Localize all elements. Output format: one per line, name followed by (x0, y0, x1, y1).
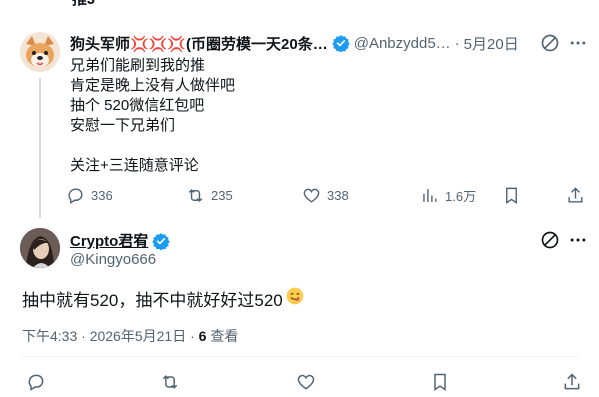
like-icon[interactable] (296, 372, 316, 397)
author-handle[interactable]: @Kingyo666 (70, 251, 156, 268)
bookmark-icon (506, 187, 517, 204)
tweet-line: 安慰一下兄弟们 (70, 117, 176, 134)
reply-tweet-text: 兄弟们能刷到我的推 肯定是晚上没有人做伴吧 抽个 520微信红包吧 安慰一下兄弟… (70, 56, 235, 176)
views-label: 查看 (206, 328, 239, 344)
more-icon[interactable] (568, 230, 588, 250)
tweet-meta: 下午4:33 · 2026年5月21日 · 6 查看 (22, 326, 238, 346)
grok-icon[interactable] (540, 230, 560, 250)
share-button[interactable] (566, 186, 585, 205)
reply-icon (68, 188, 83, 204)
reply-tweet-header: 狗头军师💢💢💢(币圈劳模一天20条… @Anbzydd5… · 5月20日 (70, 32, 580, 54)
retweet-count: 235 (211, 188, 233, 203)
main-tweet-text: 抽中就有520，抽不中就好好过520 (22, 286, 305, 311)
main-tweet-header: Crypto君宥 (70, 230, 174, 251)
verified-icon (332, 34, 350, 52)
tweet-line: 关注+三连随意评论 (70, 157, 199, 174)
tweet-line: 肯定是晚上没有人做伴吧 (70, 77, 236, 94)
bookmark-icon[interactable] (430, 372, 450, 397)
tweet-line: 抽个 520微信红包吧 (70, 97, 205, 114)
bookmark-button[interactable] (502, 186, 521, 205)
previous-tweet-cutoff-text: 推J (72, 0, 95, 9)
more-icon[interactable] (568, 33, 588, 53)
yum-emoji-icon (285, 286, 305, 311)
verified-icon (152, 232, 171, 250)
author-name[interactable]: Crypto君宥 (70, 230, 148, 251)
avatar[interactable] (20, 228, 60, 268)
reply-tweet-actions: 336 235 338 1.6万 (66, 186, 586, 206)
tweet-date[interactable]: 5月20日 (464, 33, 519, 54)
divider (22, 356, 578, 357)
separator-dot: · (454, 34, 460, 52)
retweet-icon[interactable] (160, 372, 180, 397)
thread-line (39, 78, 41, 218)
dog-avatar-icon (20, 32, 60, 72)
tweet-timestamp[interactable]: 下午4:33 · 2026年5月21日 · (22, 328, 199, 344)
avatar[interactable] (20, 32, 60, 72)
share-icon (568, 187, 583, 203)
views-icon (423, 189, 437, 202)
author-handle[interactable]: @Anbzydd5… (354, 35, 451, 52)
views-button[interactable]: 1.6万 (420, 186, 476, 205)
retweet-icon (188, 188, 203, 203)
views-count: 1.6万 (445, 189, 477, 204)
tweet-line: 兄弟们能刷到我的推 (70, 57, 206, 74)
reply-count: 336 (91, 188, 113, 203)
tweet-line (70, 136, 235, 156)
person-avatar-icon (20, 228, 60, 268)
tweet-text: 抽中就有520，抽不中就好好过520 (22, 291, 283, 310)
retweet-button[interactable]: 235 (186, 186, 233, 205)
share-icon[interactable] (562, 372, 582, 397)
grok-icon[interactable] (540, 33, 560, 53)
like-icon (303, 188, 320, 203)
reply-button[interactable]: 336 (66, 186, 113, 205)
like-count: 338 (327, 188, 349, 203)
reply-icon[interactable] (26, 372, 46, 397)
author-name[interactable]: 狗头军师💢💢💢(币圈劳模一天20条… (70, 33, 328, 54)
like-button[interactable]: 338 (302, 186, 349, 205)
